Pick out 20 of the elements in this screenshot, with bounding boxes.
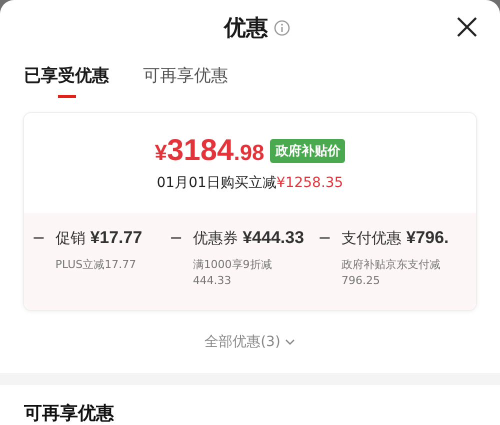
minus-sign: − [32, 226, 46, 249]
info-icon[interactable] [274, 20, 290, 36]
discount-detail: 满1000享9折减444.33 [192, 256, 273, 289]
minus-sign: − [169, 226, 183, 249]
minus-sign: − [318, 226, 332, 249]
tab[interactable]: 可再享优惠 [143, 64, 228, 98]
final-price: ¥3184.98 [154, 134, 264, 168]
discount-amount: 支付优惠 ¥796. [341, 226, 449, 249]
discount-detail: PLUS立减17.77 [55, 256, 138, 273]
discount-amount: 促销 ¥17.77 [55, 226, 144, 249]
close-button[interactable] [456, 16, 478, 38]
sheet-title: 优惠 [224, 14, 268, 43]
section-heading: 可再享优惠 [23, 402, 115, 425]
discount-detail: 政府补贴京东支付减796.25 [341, 256, 442, 289]
discount-amount: 优惠券 ¥444.33 [192, 226, 304, 249]
chevron-down-icon [285, 338, 296, 346]
subsidy-badge: 政府补贴价 [270, 138, 346, 163]
all-discounts-link[interactable]: 全部优惠(3) [202, 331, 298, 354]
saving-note: 01月01日购买立减¥1258.35 [156, 174, 344, 192]
tab[interactable]: 已享受优惠 [24, 64, 109, 98]
